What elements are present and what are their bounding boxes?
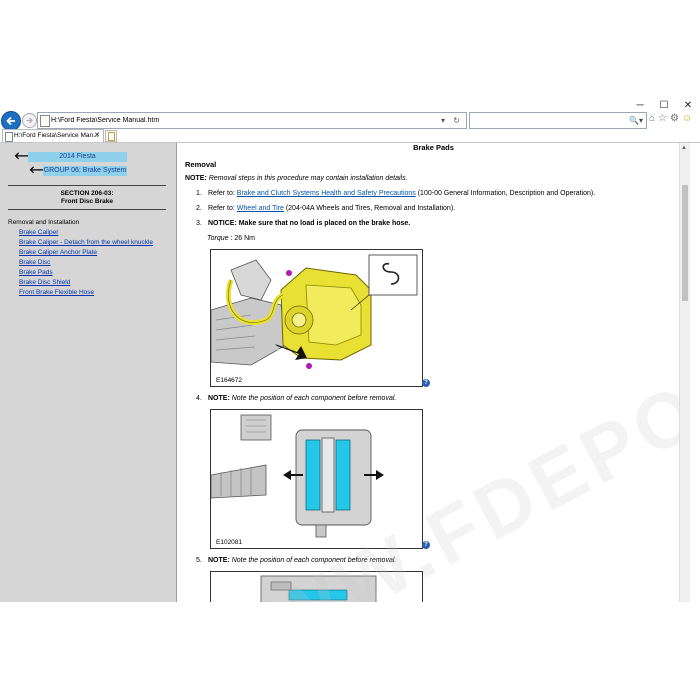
page-content: 🡐 2014 Fiesta 🡐 GROUP 06: Brake System S…: [0, 143, 700, 602]
note-label: NOTE:: [185, 175, 207, 182]
step-number: 2.: [196, 205, 202, 212]
step-number: 3.: [196, 220, 202, 227]
brake-pads-illustration: [211, 410, 422, 548]
step-prefix: Refer to:: [208, 190, 237, 197]
back-button[interactable]: [1, 111, 21, 131]
tab-service-manual[interactable]: H:\Ford Fiesta\Service Man... ✕: [2, 129, 104, 142]
notice-text: NOTICE: Make sure that no load is placed…: [208, 220, 411, 227]
note-label: NOTE:: [208, 395, 230, 402]
refresh-icon[interactable]: ▾ ↻: [441, 113, 463, 128]
figure-e164672: x2 E164672: [210, 249, 423, 387]
note: NOTE: Removal steps in this procedure ma…: [185, 175, 408, 182]
star-icon[interactable]: ☆: [658, 112, 667, 126]
toolbar-icons: ⌂ ☆ ⚙ ☺: [649, 112, 692, 126]
figure-label: E102081: [216, 539, 243, 546]
step-5: 5. NOTE: Note the position of each compon…: [196, 557, 396, 564]
sidebar-link-brake-pads[interactable]: Brake Pads: [19, 269, 53, 276]
scroll-up-icon[interactable]: ▲: [681, 145, 687, 151]
step-number: 1.: [196, 190, 202, 197]
group-link[interactable]: GROUP 06: Brake System: [43, 166, 127, 176]
sidebar-link-brake-caliper[interactable]: Brake Caliper: [19, 229, 58, 236]
navigation-bar: ▾ ↻ 🔍▾ ⌂ ☆ ⚙ ☺: [0, 110, 700, 131]
step-suffix: (100-00 General Information, Description…: [415, 190, 596, 197]
quantity-badge: x2: [277, 348, 285, 355]
search-icon[interactable]: 🔍▾: [629, 113, 643, 128]
torque-spec: Torque : 26 Nm: [207, 235, 255, 242]
tab-label: H:\Ford Fiesta\Service Man...: [14, 132, 99, 139]
step-suffix: (204-04A Wheels and Tires, Removal and I…: [283, 205, 456, 212]
link-health-safety[interactable]: Brake and Clutch Systems Health and Safe…: [237, 190, 416, 197]
step-2: 2. Refer to: Wheel and Tire (204-04A Whee…: [196, 205, 455, 212]
forward-button[interactable]: [22, 113, 37, 128]
link-wheel-tire[interactable]: Wheel and Tire: [237, 205, 284, 212]
step-number: 5.: [196, 557, 202, 564]
brake-caliper-partial-illustration: [211, 572, 422, 602]
search-input[interactable]: [473, 113, 613, 128]
divider: [8, 185, 166, 186]
step-4: 4. NOTE: Note the position of each compon…: [196, 395, 396, 402]
smiley-icon[interactable]: ☺: [682, 112, 692, 126]
step-number: 4.: [196, 395, 202, 402]
figure-label: E164672: [216, 377, 243, 384]
step-3: 3. NOTICE: Make sure that no load is plac…: [196, 220, 410, 227]
sidebar-link-disc-shield[interactable]: Brake Disc Shield: [19, 279, 70, 286]
note-text: Note the position of each component befo…: [231, 395, 397, 402]
sidebar-link-anchor-plate[interactable]: Brake Caliper Anchor Plate: [19, 249, 97, 256]
divider: [8, 209, 166, 210]
note-label: NOTE:: [208, 557, 230, 564]
page-title: Brake Pads: [413, 143, 454, 152]
new-tab-icon: [108, 132, 115, 141]
url-input[interactable]: [51, 113, 411, 128]
document-pane: Brake Pads Removal NOTE: Removal steps i…: [177, 143, 690, 602]
brake-caliper-illustration: [211, 250, 422, 386]
section-title-line1: SECTION 206-03:: [60, 190, 114, 197]
torque-value: : 26 Nm: [230, 235, 256, 242]
search-box[interactable]: 🔍▾: [469, 112, 647, 129]
close-tab-icon[interactable]: ✕: [94, 130, 100, 142]
vehicle-link[interactable]: 2014 Fiesta: [28, 152, 127, 162]
removal-installation-label: Removal and Installation: [8, 219, 80, 226]
home-icon[interactable]: ⌂: [649, 112, 655, 126]
torque-label: Torque: [207, 235, 229, 242]
sidebar-link-flexible-hose[interactable]: Front Brake Flexible Hose: [19, 289, 94, 296]
browser-window: ─ ☐ ✕ ▾ ↻ 🔍▾ ⌂ ☆ ⚙ ☺: [0, 98, 700, 602]
sidebar-link-caliper-detach[interactable]: Brake Caliper - Detach from the wheel kn…: [19, 239, 153, 246]
note-text: Removal steps in this procedure may cont…: [208, 175, 408, 182]
help-icon[interactable]: ?: [422, 379, 430, 387]
sidebar-link-brake-disc[interactable]: Brake Disc: [19, 259, 50, 266]
arrow-left-icon: [6, 116, 15, 126]
note-text: Note the position of each component befo…: [231, 557, 397, 564]
step-prefix: Refer to:: [208, 205, 237, 212]
section-title-line2: Front Disc Brake: [60, 198, 114, 205]
gear-icon[interactable]: ⚙: [670, 112, 679, 126]
vertical-scrollbar[interactable]: ▲: [679, 143, 690, 602]
page-icon: [5, 132, 13, 142]
step-1: 1. Refer to: Brake and Clutch Systems Hea…: [196, 190, 595, 197]
arrow-right-icon: [26, 117, 33, 124]
help-icon[interactable]: ?: [422, 541, 430, 549]
tab-bar: H:\Ford Fiesta\Service Man... ✕: [0, 129, 700, 143]
scrollbar-thumb[interactable]: [682, 185, 688, 301]
figure-e102081: E102081: [210, 409, 423, 549]
sidebar: 🡐 2014 Fiesta 🡐 GROUP 06: Brake System S…: [0, 143, 177, 602]
new-tab-button[interactable]: [105, 130, 117, 142]
figure-step-5: [210, 571, 423, 602]
address-bar[interactable]: ▾ ↻: [37, 112, 467, 129]
section-heading: Removal: [185, 160, 217, 169]
page-icon: [40, 115, 50, 127]
